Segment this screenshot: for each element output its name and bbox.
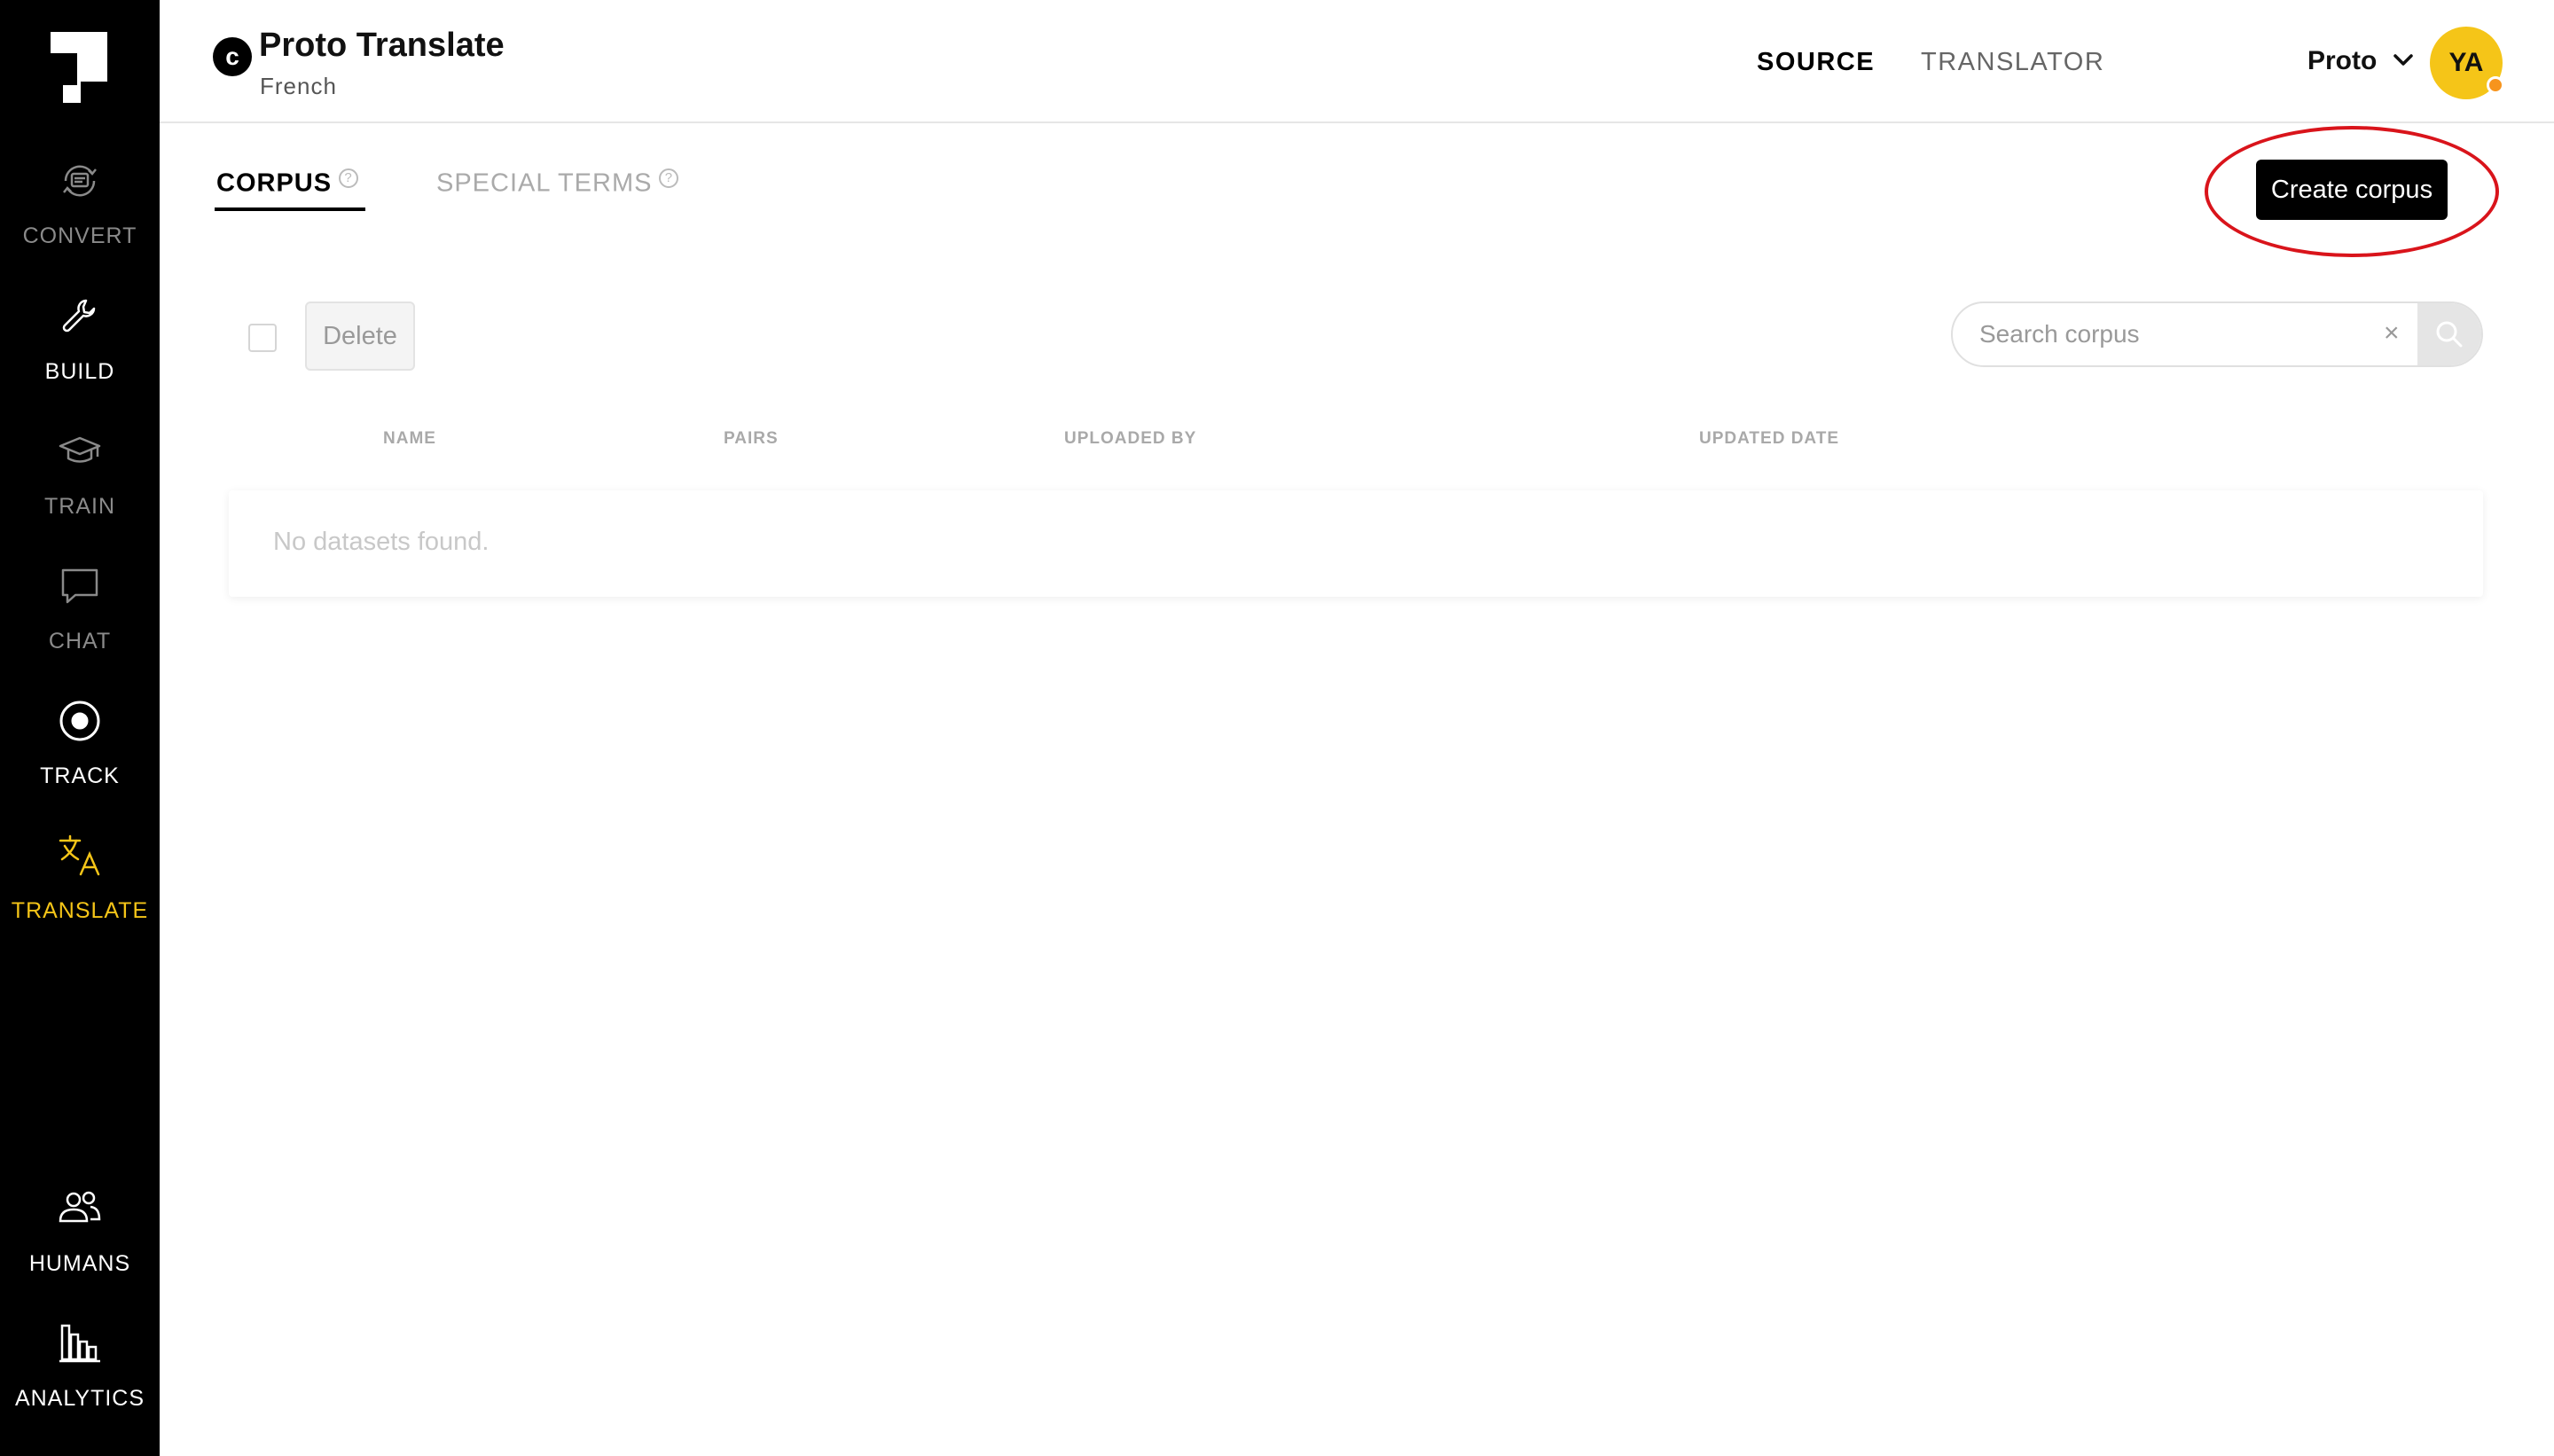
sidebar-item-label: TRANSLATE	[11, 898, 149, 923]
wrench-icon	[55, 292, 105, 341]
sidebar-item-label: TRACK	[40, 763, 120, 788]
select-all-checkbox[interactable]	[248, 324, 277, 352]
search-input[interactable]	[1979, 303, 2387, 365]
column-header-uploaded-by[interactable]: UPLOADED BY	[1064, 429, 1196, 449]
top-header: c Proto Translate French SOURCE TRANSLAT…	[160, 0, 2554, 123]
tab-label: SPECIAL TERMS	[436, 168, 653, 198]
sidebar-item-analytics[interactable]: ANALYTICS	[0, 1319, 160, 1425]
sidebar-item-label: ANALYTICS	[14, 1386, 145, 1411]
tab-translator[interactable]: TRANSLATOR	[1921, 48, 2104, 77]
search-icon	[2436, 321, 2463, 348]
translate-icon	[55, 831, 105, 881]
empty-state-message: No datasets found.	[273, 528, 490, 556]
brand-logo-icon[interactable]	[51, 32, 107, 103]
graduation-cap-icon	[55, 427, 105, 476]
users-icon	[55, 1184, 105, 1233]
sidebar-item-train[interactable]: TRAIN	[0, 427, 160, 533]
sidebar-item-humans[interactable]: HUMANS	[0, 1184, 160, 1290]
sidebar-item-label: HUMANS	[28, 1251, 131, 1276]
tab-special-terms[interactable]: SPECIAL TERMS?	[436, 168, 679, 199]
sidebar: CONVERT BUILD TRAIN CHAT TRACK TRANSLATE…	[0, 0, 160, 1456]
sidebar-item-track[interactable]: TRACK	[0, 696, 160, 802]
clear-search-icon[interactable]: ×	[2384, 317, 2400, 349]
empty-state-card: No datasets found.	[229, 490, 2483, 597]
sidebar-item-label: TRAIN	[44, 494, 115, 519]
convert-icon	[55, 156, 105, 206]
sidebar-item-build[interactable]: BUILD	[0, 292, 160, 398]
tab-source[interactable]: SOURCE	[1757, 48, 1875, 77]
search-bar: ×	[1951, 301, 2483, 367]
bar-chart-icon	[55, 1319, 105, 1368]
column-header-updated-date[interactable]: UPDATED DATE	[1699, 429, 1839, 449]
sidebar-item-label: BUILD	[44, 359, 115, 384]
tab-label: CORPUS	[216, 168, 333, 198]
column-header-pairs[interactable]: PAIRS	[724, 429, 779, 449]
column-header-name[interactable]: NAME	[383, 429, 436, 449]
chat-bubble-icon	[55, 561, 105, 611]
status-dot	[2487, 76, 2504, 94]
search-button[interactable]	[2417, 303, 2481, 365]
highlight-annotation-ring	[2205, 126, 2499, 257]
project-icon: c	[213, 37, 252, 76]
sidebar-item-convert[interactable]: CONVERT	[0, 156, 160, 262]
project-title: Proto Translate	[259, 27, 505, 64]
delete-button[interactable]: Delete	[305, 301, 415, 371]
help-icon[interactable]: ?	[339, 168, 359, 188]
help-icon[interactable]: ?	[659, 168, 679, 188]
sidebar-item-translate[interactable]: TRANSLATE	[0, 831, 160, 937]
tab-corpus[interactable]: CORPUS?	[216, 168, 359, 199]
project-language: French	[260, 73, 337, 99]
active-tab-indicator	[215, 207, 365, 211]
sidebar-item-label: CHAT	[48, 629, 112, 654]
sidebar-item-chat[interactable]: CHAT	[0, 561, 160, 668]
org-switcher[interactable]: Proto	[2307, 46, 2377, 76]
sidebar-item-label: CONVERT	[22, 223, 137, 248]
chevron-down-icon[interactable]	[2391, 48, 2416, 73]
target-icon	[55, 696, 105, 746]
